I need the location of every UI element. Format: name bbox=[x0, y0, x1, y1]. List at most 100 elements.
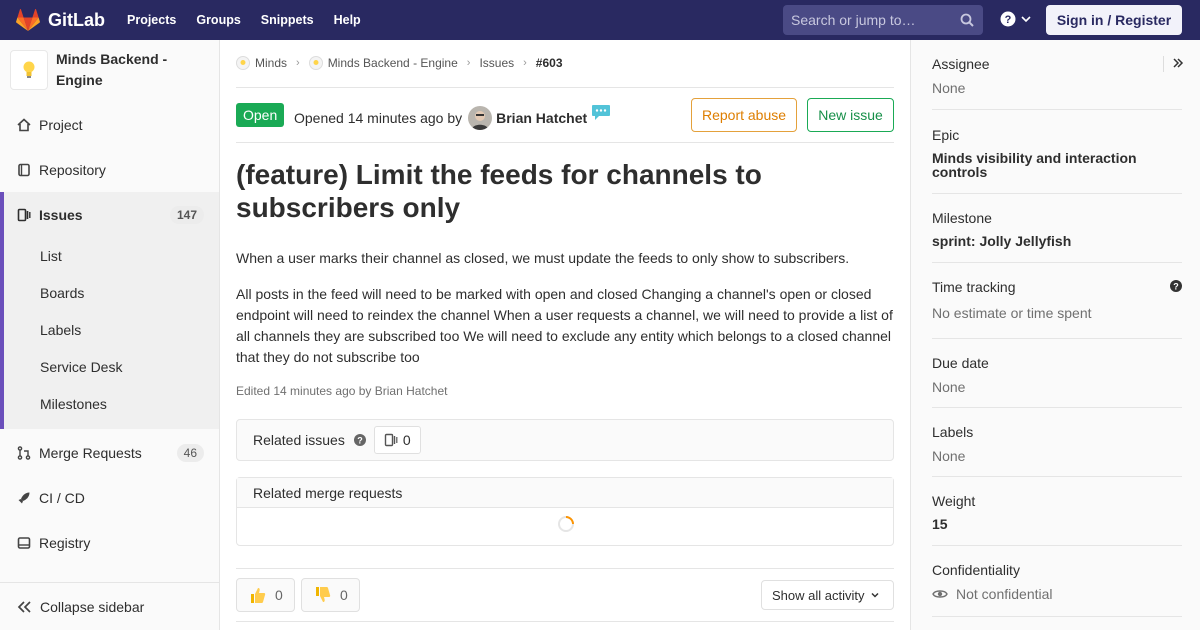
sidebar-item-project[interactable]: Project bbox=[0, 102, 219, 147]
thumbs-up-button[interactable]: 0 bbox=[236, 578, 295, 612]
project-avatar-icon bbox=[308, 56, 323, 70]
nav-projects[interactable]: Projects bbox=[127, 13, 176, 27]
thumbs-down-button[interactable]: 0 bbox=[301, 578, 360, 612]
epic-value[interactable]: Minds visibility and interaction control… bbox=[932, 151, 1182, 179]
divider bbox=[236, 142, 894, 143]
due-date-label: Due date bbox=[932, 355, 989, 371]
show-activity-dropdown[interactable]: Show all activity bbox=[761, 580, 894, 610]
confidentiality-block: Confidentiality Not confidential bbox=[932, 562, 1182, 602]
sidebar-subitem-service-desk[interactable]: Service Desk bbox=[40, 359, 122, 375]
breadcrumb: Minds › Minds Backend - Engine › Issues … bbox=[236, 56, 563, 70]
breadcrumb-current[interactable]: #603 bbox=[536, 56, 563, 70]
thumbs-down-icon bbox=[316, 587, 331, 602]
question-circle-icon: ? bbox=[1000, 11, 1016, 27]
nav-groups[interactable]: Groups bbox=[196, 13, 240, 27]
sidebar-subitem-boards[interactable]: Boards bbox=[40, 285, 84, 301]
confidentiality-status: Not confidential bbox=[932, 586, 1182, 602]
divider bbox=[932, 616, 1182, 617]
sidebar-item-issues[interactable]: Issues 147 bbox=[0, 192, 219, 237]
project-avatar bbox=[10, 50, 48, 90]
brand-name: GitLab bbox=[48, 9, 105, 30]
epic-label: Epic bbox=[932, 127, 960, 143]
sidebar-item-label: Registry bbox=[39, 534, 91, 551]
divider bbox=[236, 621, 894, 622]
nav-help[interactable]: Help bbox=[334, 13, 361, 27]
sidebar-item-cicd[interactable]: CI / CD bbox=[0, 475, 219, 520]
sidebar-item-registry[interactable]: Registry bbox=[0, 520, 219, 565]
sidebar-subitem-list[interactable]: List bbox=[40, 248, 62, 264]
labels-block: Labels None bbox=[932, 424, 1182, 464]
gitlab-logo[interactable]: GitLab bbox=[16, 9, 105, 31]
chevron-down-icon bbox=[871, 592, 880, 598]
divider bbox=[236, 87, 894, 88]
svg-text:?: ? bbox=[1173, 282, 1179, 292]
book-icon bbox=[16, 162, 32, 178]
issues-count-badge: 147 bbox=[169, 205, 204, 224]
milestone-value[interactable]: sprint: Jolly Jellyfish bbox=[932, 234, 1182, 248]
help-dropdown[interactable]: ? bbox=[1000, 11, 1032, 27]
project-name: Minds Backend - Engine bbox=[55, 51, 168, 88]
question-circle-icon[interactable]: ? bbox=[1170, 280, 1182, 292]
weight-value: 15 bbox=[932, 516, 948, 532]
weight-label: Weight bbox=[932, 493, 976, 509]
search-icon[interactable] bbox=[960, 13, 974, 27]
svg-text:?: ? bbox=[1005, 14, 1012, 26]
related-mrs-title: Related merge requests bbox=[237, 478, 893, 508]
opened-text: Opened 14 minutes ago by bbox=[294, 110, 463, 126]
divider bbox=[236, 568, 894, 569]
divider bbox=[932, 193, 1182, 194]
double-chevron-left-icon bbox=[17, 600, 31, 613]
time-tracking-block: Time tracking ? No estimate or time spen… bbox=[932, 279, 1182, 321]
nav-snippets[interactable]: Snippets bbox=[261, 13, 314, 27]
collapse-sidebar-label: Collapse sidebar bbox=[40, 598, 145, 615]
divider bbox=[932, 109, 1182, 110]
chevron-down-icon bbox=[1021, 16, 1031, 23]
author-name[interactable]: Brian Hatchet bbox=[496, 110, 587, 126]
project-header[interactable]: Minds Backend - Engine bbox=[0, 40, 219, 103]
sidebar-item-repository[interactable]: Repository bbox=[0, 147, 219, 192]
top-navbar: GitLab Projects Groups Snippets Help ? S… bbox=[0, 0, 1200, 40]
assignee-label: Assignee bbox=[932, 56, 990, 72]
sidebar-item-label: Project bbox=[39, 116, 83, 133]
thumbs-down-count: 0 bbox=[340, 587, 348, 603]
new-issue-button[interactable]: New issue bbox=[807, 98, 894, 132]
issue-meta: Opened 14 minutes ago by Brian Hatchet bbox=[294, 105, 611, 130]
sidebar-subitem-milestones[interactable]: Milestones bbox=[40, 396, 107, 412]
mr-count-badge: 46 bbox=[176, 443, 204, 462]
chevron-right-icon: › bbox=[466, 57, 471, 69]
sidebar-subitem-labels[interactable]: Labels bbox=[40, 322, 81, 338]
epic-block: Epic Minds visibility and interaction co… bbox=[932, 127, 1182, 179]
expand-sidebar-button[interactable] bbox=[1163, 56, 1184, 72]
divider bbox=[932, 545, 1182, 546]
status-badge: Open bbox=[236, 103, 285, 127]
question-circle-icon[interactable]: ? bbox=[353, 434, 366, 446]
related-issues-count-value: 0 bbox=[402, 432, 411, 448]
sidebar-item-merge-requests[interactable]: Merge Requests 46 bbox=[0, 430, 219, 475]
sidebar-item-label: Issues bbox=[39, 206, 83, 223]
author-avatar[interactable] bbox=[468, 106, 493, 130]
edited-note: Edited 14 minutes ago by Brian Hatchet bbox=[236, 384, 448, 398]
related-issues-panel: Related issues ? 0 bbox=[236, 419, 894, 461]
sign-in-button[interactable]: Sign in / Register bbox=[1046, 5, 1182, 35]
assignee-block: Assignee None bbox=[932, 56, 1182, 96]
due-date-block: Due date None bbox=[932, 355, 1182, 395]
eye-icon bbox=[932, 590, 948, 598]
milestone-block: Milestone sprint: Jolly Jellyfish bbox=[932, 210, 1182, 248]
labels-value: None bbox=[932, 448, 966, 464]
loading-spinner-icon bbox=[558, 516, 574, 532]
thumbs-up-count: 0 bbox=[275, 587, 283, 603]
breadcrumb-project[interactable]: Minds Backend - Engine bbox=[308, 56, 458, 70]
breadcrumb-group[interactable]: Minds bbox=[236, 56, 287, 70]
lightbulb-icon bbox=[23, 61, 35, 78]
breadcrumb-issues[interactable]: Issues bbox=[479, 56, 514, 70]
report-abuse-button[interactable]: Report abuse bbox=[691, 98, 797, 132]
due-date-value: None bbox=[932, 379, 966, 395]
collapse-sidebar-button[interactable]: Collapse sidebar bbox=[0, 582, 219, 630]
issue-main: Minds › Minds Backend - Engine › Issues … bbox=[220, 40, 910, 630]
related-issues-count[interactable]: 0 bbox=[373, 426, 421, 454]
disk-icon bbox=[16, 535, 32, 551]
search-input[interactable] bbox=[791, 12, 956, 28]
issues-icon bbox=[384, 433, 398, 447]
thumbs-up-icon bbox=[251, 588, 266, 603]
time-tracking-value: No estimate or time spent bbox=[932, 305, 1092, 321]
